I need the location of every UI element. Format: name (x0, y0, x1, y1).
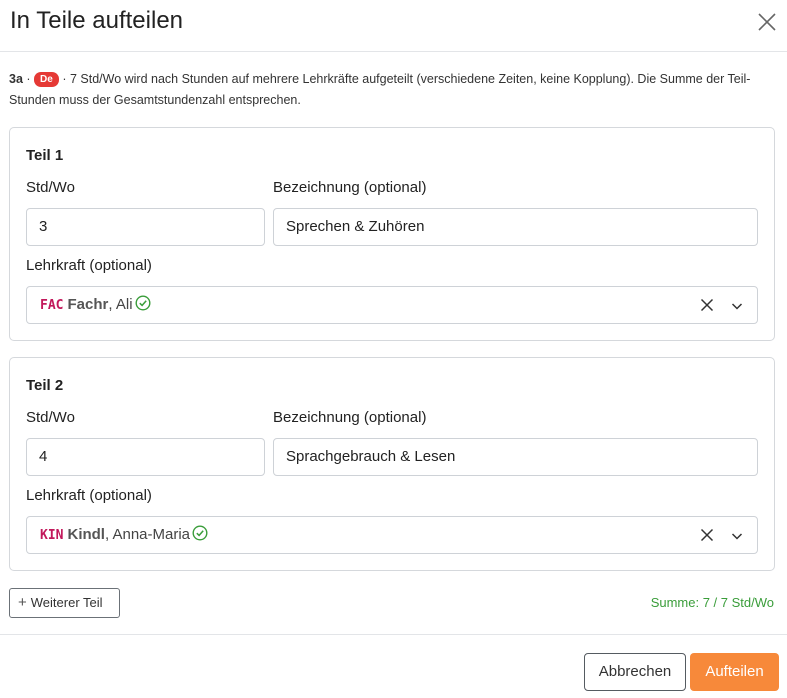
teacher-label: Lehrkraft (optional) (26, 257, 152, 274)
teacher-value: FAC Fachr, Ali (40, 287, 151, 324)
teacher-first-name: , Anna-Maria (104, 526, 191, 543)
designation-input[interactable]: Sprechen & Zuhören (273, 208, 758, 246)
intro-description: · 7 Std/Wo wird nach Stunden auf mehrere… (9, 72, 751, 107)
teacher-select[interactable]: FAC Fachr, Ali (26, 286, 758, 324)
chevron-down-icon (731, 533, 743, 540)
part-title: Teil 1 (26, 147, 64, 164)
hours-label: Std/Wo (26, 179, 75, 196)
cancel-button[interactable]: Abbrechen (584, 653, 686, 691)
designation-label: Bezeichnung (optional) (273, 179, 427, 196)
teacher-value: KIN Kindl, Anna-Maria (40, 517, 208, 554)
dialog-title: In Teile aufteilen (10, 7, 184, 34)
check-circle-icon (135, 295, 151, 311)
designation-label: Bezeichnung (optional) (273, 409, 427, 426)
plus-icon: + (18, 594, 27, 611)
teacher-code: FAC (40, 298, 64, 313)
teacher-select[interactable]: KIN Kindl, Anna-Maria (26, 516, 758, 554)
split-dialog: In Teile aufteilen 3a · De · 7 Std/Wo wi… (0, 0, 787, 698)
teacher-label: Lehrkraft (optional) (26, 487, 152, 504)
clear-icon (700, 528, 714, 542)
close-button[interactable] (754, 9, 780, 35)
class-name: 3a (9, 72, 23, 86)
hours-label: Std/Wo (26, 409, 75, 426)
check-circle-icon (192, 525, 208, 541)
close-icon (758, 13, 776, 31)
intro-text: 3a · De · 7 Std/Wo wird nach Stunden auf… (9, 72, 751, 107)
chevron-down-icon (731, 303, 743, 310)
add-part-button[interactable]: + Weiterer Teil (9, 588, 120, 618)
part-card-1: Teil 1 Std/Wo Bezeichnung (optional) 3 S… (9, 127, 775, 341)
teacher-last-name: Fachr (67, 296, 109, 313)
teacher-code: KIN (40, 528, 64, 543)
sum-status: Summe: 7 / 7 Std/Wo (650, 595, 774, 610)
dropdown-toggle[interactable] (729, 528, 745, 544)
part-title: Teil 2 (26, 377, 64, 394)
split-button[interactable]: Aufteilen (690, 653, 779, 691)
hours-input[interactable]: 4 (26, 438, 265, 476)
dialog-header: In Teile aufteilen (0, 0, 787, 52)
clear-selection-button[interactable] (699, 527, 715, 543)
add-part-label: Weiterer Teil (30, 595, 103, 610)
dropdown-toggle[interactable] (729, 298, 745, 314)
subject-badge: De (34, 72, 59, 87)
teacher-last-name: Kindl (67, 526, 105, 543)
dialog-footer: Abbrechen Aufteilen (0, 634, 787, 698)
teacher-first-name: , Ali (108, 296, 133, 313)
clear-selection-button[interactable] (699, 297, 715, 313)
part-card-2: Teil 2 Std/Wo Bezeichnung (optional) 4 S… (9, 357, 775, 571)
clear-icon (700, 298, 714, 312)
hours-input[interactable]: 3 (26, 208, 265, 246)
designation-input[interactable]: Sprachgebrauch & Lesen (273, 438, 758, 476)
